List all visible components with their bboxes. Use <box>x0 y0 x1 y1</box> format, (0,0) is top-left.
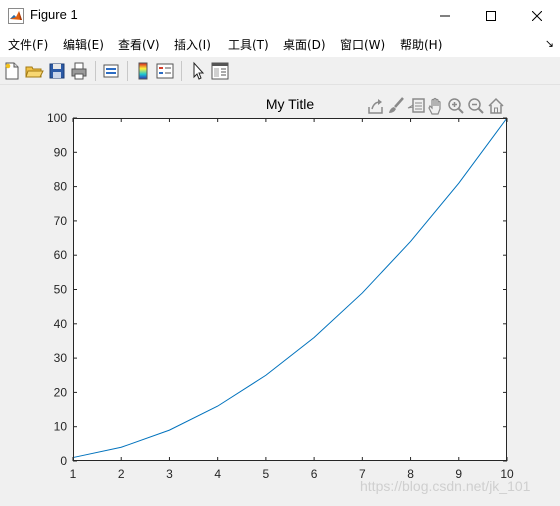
zoom-in-icon[interactable] <box>446 96 466 116</box>
y-tick-label: 10 <box>54 420 68 434</box>
x-tick-label: 2 <box>118 467 125 481</box>
toolbar-separator <box>95 61 96 81</box>
export-icon[interactable] <box>366 96 386 116</box>
y-tick-label: 80 <box>54 180 68 194</box>
y-tick-label: 60 <box>54 248 68 262</box>
plot-axes[interactable]: 1 2 3 4 5 6 7 8 9 100102030405060708090100 <box>0 86 560 506</box>
edit-plot-arrow-icon[interactable] <box>188 61 208 81</box>
menu-desktop[interactable]: 桌面(D) <box>283 36 326 53</box>
plot-title: My Title <box>265 96 315 112</box>
y-tick-label: 100 <box>47 111 67 125</box>
x-tick-label: 1 <box>70 467 77 481</box>
y-tick-label: 0 <box>60 454 67 468</box>
zoom-out-icon[interactable] <box>466 96 486 116</box>
property-inspector-icon[interactable] <box>210 61 230 81</box>
x-tick-label: 6 <box>311 467 318 481</box>
close-button[interactable] <box>514 0 560 31</box>
menu-window[interactable]: 窗口(W) <box>340 36 385 53</box>
menu-insert[interactable]: 插入(I) <box>174 36 211 53</box>
toolbar-separator <box>181 61 182 81</box>
y-tick-label: 50 <box>54 283 68 297</box>
toolbar-separator <box>127 61 128 81</box>
y-tick-label: 30 <box>54 351 68 365</box>
y-tick-label: 90 <box>54 145 68 159</box>
figure-canvas[interactable]: 1 2 3 4 5 6 7 8 9 10 0 10 20 30 40 50 60 70 80 90 100 My Tit… <box>0 86 560 506</box>
window-title: Figure 1 <box>30 7 78 22</box>
maximize-icon <box>486 10 496 21</box>
x-tick-label: 5 <box>263 467 270 481</box>
menu-edit[interactable]: 编辑(E) <box>63 36 104 53</box>
print-icon[interactable] <box>69 61 89 81</box>
y-tick-label: 40 <box>54 317 68 331</box>
dock-arrow-icon[interactable]: ↘ <box>545 37 554 50</box>
x-tick-label: 4 <box>214 467 221 481</box>
close-icon <box>532 10 542 21</box>
maximize-button[interactable] <box>468 0 514 31</box>
axes-background <box>73 118 507 461</box>
home-icon[interactable] <box>486 96 506 116</box>
y-tick-label: 70 <box>54 214 68 228</box>
y-tick-label: 20 <box>54 385 68 399</box>
pan-icon[interactable] <box>426 96 446 116</box>
save-icon[interactable] <box>47 61 67 81</box>
menu-bar: 文件(F) 编辑(E) 查看(V) 插入(I) 工具(T) 桌面(D) 窗口(W… <box>0 31 560 57</box>
matlab-logo-icon <box>8 8 24 24</box>
menu-view[interactable]: 查看(V) <box>118 36 160 53</box>
new-figure-icon[interactable] <box>2 61 22 81</box>
open-file-icon[interactable] <box>24 61 44 81</box>
menu-file[interactable]: 文件(F) <box>8 36 48 53</box>
x-tick-label: 3 <box>166 467 173 481</box>
minimize-icon <box>440 11 450 21</box>
menu-tools[interactable]: 工具(T) <box>228 36 269 53</box>
legend-icon[interactable] <box>155 61 175 81</box>
data-tips-icon[interactable] <box>406 96 426 116</box>
link-plot-icon[interactable] <box>101 61 121 81</box>
watermark: https://blog.csdn.net/jk_101 <box>360 478 531 494</box>
colorbar-icon[interactable] <box>133 61 153 81</box>
figure-toolbar <box>0 57 560 85</box>
title-bar[interactable]: Figure 1 <box>0 0 560 31</box>
brush-icon[interactable] <box>386 96 406 116</box>
minimize-button[interactable] <box>422 0 468 31</box>
figure-window: Figure 1 文件(F) 编辑(E) 查看(V) 插入(I) 工具(T) 桌… <box>0 0 560 506</box>
menu-help[interactable]: 帮助(H) <box>400 36 442 53</box>
